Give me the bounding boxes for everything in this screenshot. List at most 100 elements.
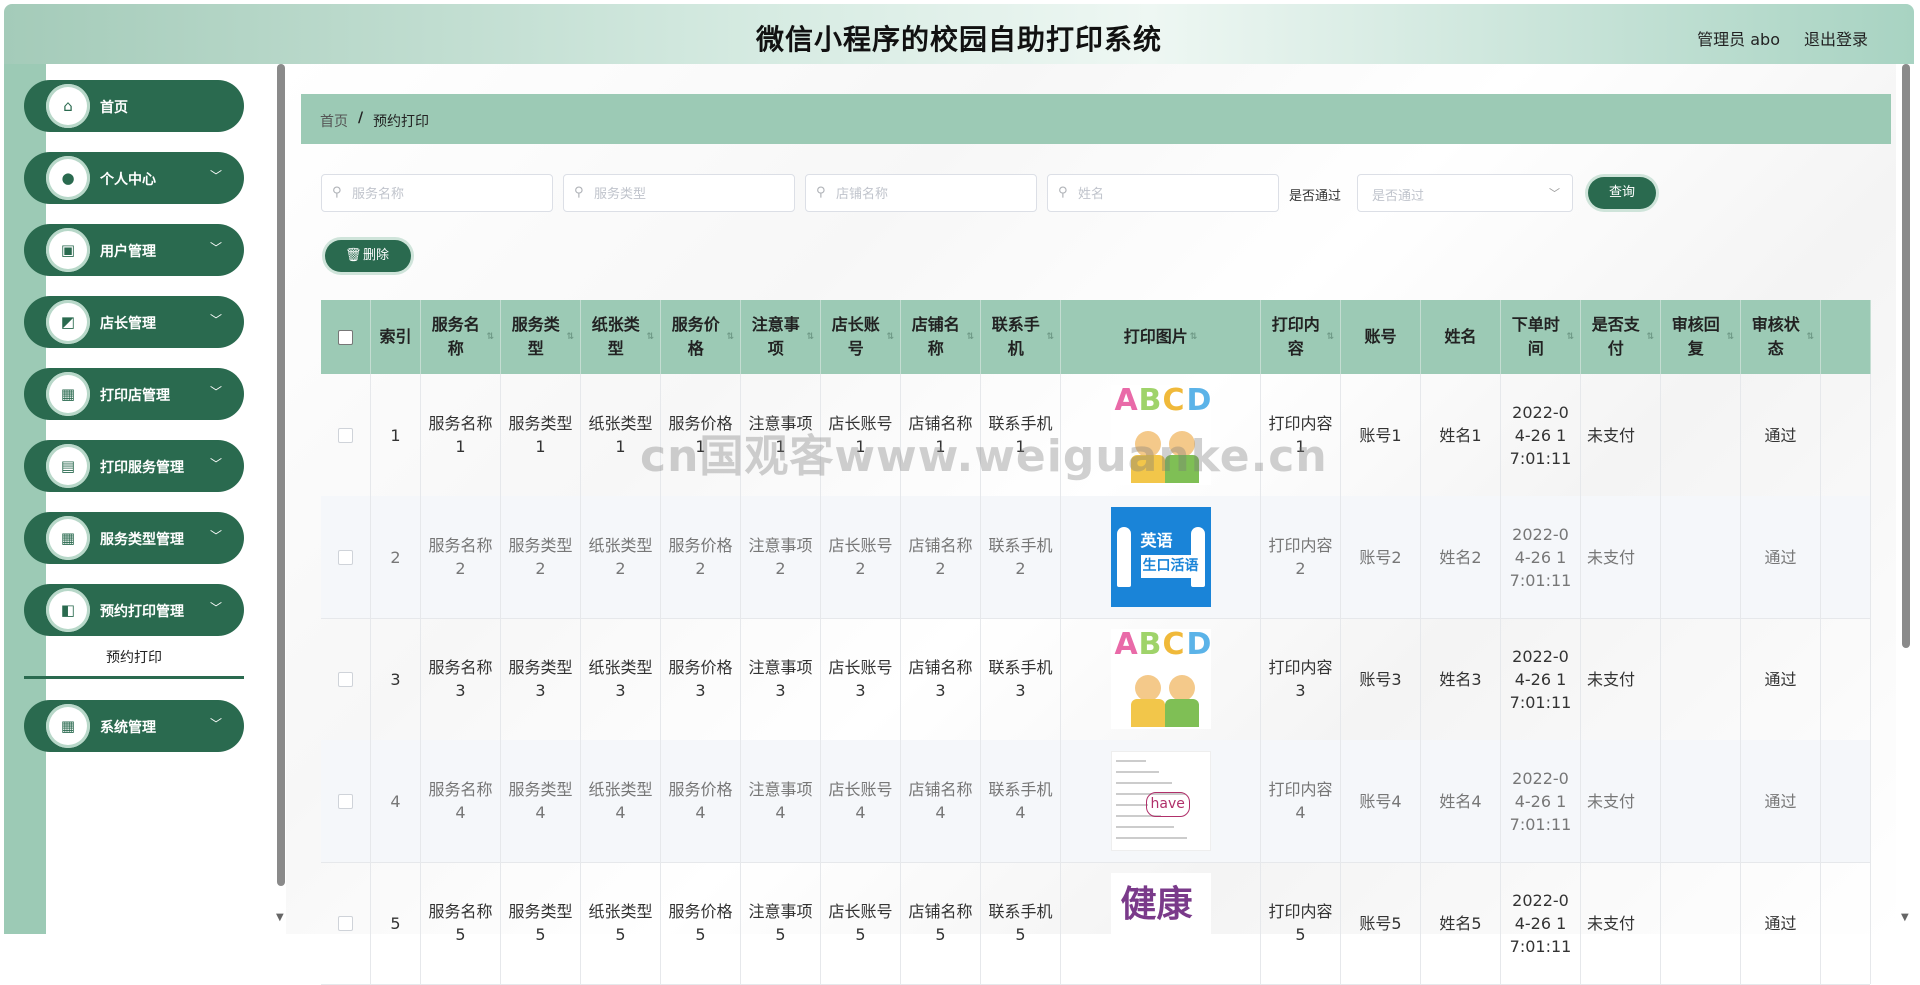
column-header[interactable]: 服务价格 ⇅ [661, 300, 741, 374]
pass-select[interactable]: 是否通过 ﹀ [1357, 174, 1573, 212]
column-header[interactable]: 账号 [1341, 300, 1421, 374]
column-header[interactable]: 姓名 [1421, 300, 1501, 374]
logout-button[interactable]: 退出登录 [1804, 26, 1868, 50]
print-image[interactable]: 健康 [1110, 873, 1211, 973]
delete-button[interactable]: 🗑 删除 [325, 240, 411, 272]
cell-value: 店铺名称3 [908, 658, 973, 700]
cell-name: 姓名3 [1421, 618, 1501, 740]
trash-icon: 🗑 [345, 248, 362, 263]
sort-icon[interactable]: ⇅ [1326, 325, 1334, 349]
column-header[interactable]: 是否支付 ⇅ [1581, 300, 1661, 374]
shop-name-input[interactable] [834, 183, 1018, 205]
cell-phone: 联系手机4 [981, 740, 1061, 862]
column-header[interactable]: 服务类型 ⇅ [501, 300, 581, 374]
kid-figure [1134, 431, 1161, 457]
sort-icon[interactable]: ⇅ [1646, 325, 1654, 349]
column-header-label: 纸张类型 [591, 315, 640, 358]
sidebar-item-4[interactable]: ▦ 打印店管理 ﹀ [24, 368, 244, 420]
cell-notes: 注意事项3 [741, 618, 821, 740]
print-image[interactable]: 英语 生口活语 [1110, 507, 1211, 607]
sort-icon[interactable]: ⇅ [806, 325, 814, 349]
print-image[interactable]: have [1110, 751, 1211, 851]
name-input[interactable] [1076, 183, 1260, 205]
cell-paper-type: 纸张类型3 [581, 618, 661, 740]
sort-icon[interactable]: ⇅ [1566, 325, 1574, 349]
column-header[interactable]: 索引 [371, 300, 421, 374]
column-header[interactable]: 纸张类型 ⇅ [581, 300, 661, 374]
sidebar-item-6[interactable]: ▦ 服务类型管理 ﹀ [24, 512, 244, 564]
column-header[interactable]: 打印图片 ⇅ [1061, 300, 1261, 374]
cell-notes: 注意事项1 [741, 374, 821, 496]
cell-value: 通过 [1764, 913, 1797, 933]
cell-content: 打印内容4 [1261, 740, 1341, 862]
row-checkbox[interactable] [338, 793, 353, 809]
search-icon: ⚲ [816, 185, 826, 200]
cell-value: 通过 [1764, 791, 1797, 811]
sidebar-item-0[interactable]: ⌂ 首页 [24, 80, 244, 132]
sidebar-item-5[interactable]: ▤ 打印服务管理 ﹀ [24, 440, 244, 492]
column-header[interactable]: 服务名称 ⇅ [421, 300, 501, 374]
sort-icon[interactable]: ⇅ [646, 325, 654, 349]
cell-value: 账号1 [1359, 425, 1402, 445]
shop-name-search: ⚲ [805, 174, 1037, 212]
row-checkbox[interactable] [338, 549, 353, 565]
sidebar-item-3[interactable]: ◩ 店长管理 ﹀ [24, 296, 244, 348]
select-all-checkbox[interactable] [338, 329, 353, 345]
sidebar-item-1[interactable]: ● 个人中心 ﹀ [24, 152, 244, 204]
query-button[interactable]: 查询 [1588, 177, 1656, 209]
cell-status: 通过 [1741, 496, 1821, 618]
sidebar-item-2[interactable]: ▣ 用户管理 ﹀ [24, 224, 244, 276]
column-header[interactable]: 店长账号 ⇅ [821, 300, 901, 374]
table-row: 5 服务名称5 服务类型5 纸张类型5 服务价格5 注意事项5 店长账号5 店铺名称5 联系手机… [321, 862, 1871, 985]
breadcrumb-home[interactable]: 首页 [320, 111, 348, 131]
cell-value: 2022-04-26 17:01:11 [1509, 524, 1572, 590]
row-checkbox[interactable] [338, 671, 353, 687]
column-header[interactable]: 联系手机 ⇅ [981, 300, 1061, 374]
sort-icon[interactable]: ⇅ [1806, 325, 1814, 349]
sort-icon[interactable]: ⇅ [886, 325, 894, 349]
column-header[interactable]: 下单时间 ⇅ [1501, 300, 1581, 374]
cell-shop-name: 店铺名称1 [901, 374, 981, 496]
cell-shop-name: 店铺名称3 [901, 618, 981, 740]
kid-figure [1134, 675, 1161, 701]
sort-icon[interactable]: ⇅ [1726, 325, 1734, 349]
cell-value: 2022-04-26 17:01:11 [1509, 646, 1572, 712]
column-header[interactable]: 打印内容 ⇅ [1261, 300, 1341, 374]
sidebar-scroll-down-icon[interactable]: ▼ [276, 912, 284, 923]
sort-icon[interactable]: ⇅ [1190, 325, 1198, 349]
sidebar-scrollbar[interactable] [277, 64, 285, 886]
service-name-input[interactable] [350, 183, 534, 205]
cell-image: have [1061, 740, 1261, 862]
column-header[interactable]: 店铺名称 ⇅ [901, 300, 981, 374]
cell-value: 注意事项2 [748, 536, 813, 578]
sort-icon[interactable]: ⇅ [726, 325, 734, 349]
sort-icon[interactable]: ⇅ [1046, 325, 1054, 349]
cell-value: 服务类型1 [508, 414, 573, 456]
sidebar-subitem-booking-print[interactable]: 预约打印 [24, 640, 244, 679]
column-header[interactable]: 审核回复 ⇅ [1661, 300, 1741, 374]
cell-value: 2022-04-26 17:01:11 [1509, 890, 1572, 956]
row-checkbox[interactable] [338, 427, 353, 443]
row-checkbox[interactable] [338, 915, 353, 931]
cell-value: 未支付 [1587, 791, 1636, 811]
sort-icon[interactable]: ⇅ [966, 325, 974, 349]
column-header[interactable]: 审核状态 ⇅ [1741, 300, 1821, 374]
cell-index: 5 [371, 862, 421, 984]
sort-icon[interactable]: ⇅ [566, 325, 574, 349]
column-header-label: 注意事项 [751, 315, 800, 358]
kid-figure [1168, 675, 1195, 701]
column-header[interactable]: 注意事项 ⇅ [741, 300, 821, 374]
page-scrollbar[interactable] [1902, 64, 1910, 648]
sidebar-item-label: 个人中心 [100, 172, 156, 188]
print-image[interactable]: ABCD [1110, 385, 1211, 485]
print-image[interactable]: ABCD [1110, 629, 1211, 729]
sidebar-item-7[interactable]: ◧ 预约打印管理 ﹀ [24, 584, 244, 636]
sort-icon[interactable]: ⇅ [486, 325, 494, 349]
page-scroll-down-icon[interactable]: ▼ [1901, 912, 1909, 923]
sidebar-item-8[interactable]: ▦ 系统管理 ﹀ [24, 700, 244, 752]
cell-value: 店长账号4 [828, 780, 893, 822]
search-icon: ⚲ [1058, 185, 1068, 200]
image-text: 英语 [1140, 531, 1173, 550]
service-type-input[interactable] [592, 183, 776, 205]
cell-value: 通过 [1764, 547, 1797, 567]
